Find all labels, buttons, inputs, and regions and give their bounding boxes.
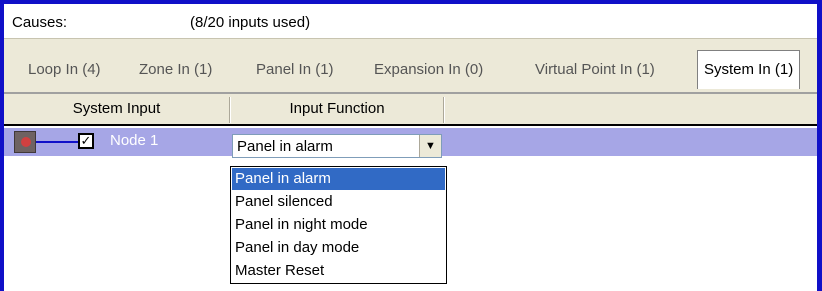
input-function-value: Panel in alarm bbox=[237, 138, 333, 155]
tree-connector-line bbox=[36, 141, 78, 143]
tab-system-in[interactable]: System In (1) bbox=[697, 50, 801, 89]
tab-panel-in[interactable]: Panel In (1) bbox=[250, 53, 340, 87]
window-border-right bbox=[817, 4, 822, 291]
causes-panel: Causes: (8/20 inputs used) Loop In (4) Z… bbox=[0, 0, 822, 291]
chevron-down-icon[interactable]: ▼ bbox=[419, 135, 441, 157]
tab-virtual-point-in[interactable]: Virtual Point In (1) bbox=[529, 53, 661, 87]
input-function-dropdown: Panel in alarm Panel silenced Panel in n… bbox=[230, 166, 447, 284]
option-panel-in-alarm[interactable]: Panel in alarm bbox=[232, 168, 445, 190]
tab-zone-in[interactable]: Zone In (1) bbox=[133, 53, 218, 87]
option-panel-in-day-mode[interactable]: Panel in day mode bbox=[232, 237, 445, 259]
column-input-function[interactable]: Input Function bbox=[231, 94, 443, 124]
column-system-input[interactable]: System Input bbox=[4, 94, 229, 124]
option-panel-silenced[interactable]: Panel silenced bbox=[232, 191, 445, 213]
node-device-icon bbox=[14, 131, 36, 153]
node-device-indicator bbox=[21, 137, 31, 147]
node-name[interactable]: Node 1 bbox=[110, 132, 158, 149]
option-panel-in-night-mode[interactable]: Panel in night mode bbox=[232, 214, 445, 236]
node-checkbox[interactable]: ✓ bbox=[78, 133, 94, 149]
input-tabs: Loop In (4) Zone In (1) Panel In (1) Exp… bbox=[4, 38, 817, 94]
option-master-reset[interactable]: Master Reset bbox=[232, 260, 445, 282]
causes-header: Causes: (8/20 inputs used) bbox=[4, 4, 817, 38]
causes-label: Causes: bbox=[12, 14, 68, 31]
column-header: System Input Input Function bbox=[4, 94, 817, 126]
tab-expansion-in[interactable]: Expansion In (0) bbox=[368, 53, 489, 87]
inputs-used-count: (8/20 inputs used) bbox=[190, 14, 311, 31]
tab-loop-in[interactable]: Loop In (4) bbox=[22, 53, 107, 87]
input-function-select[interactable]: Panel in alarm ▼ bbox=[232, 134, 442, 158]
column-divider-highlight bbox=[444, 97, 445, 123]
